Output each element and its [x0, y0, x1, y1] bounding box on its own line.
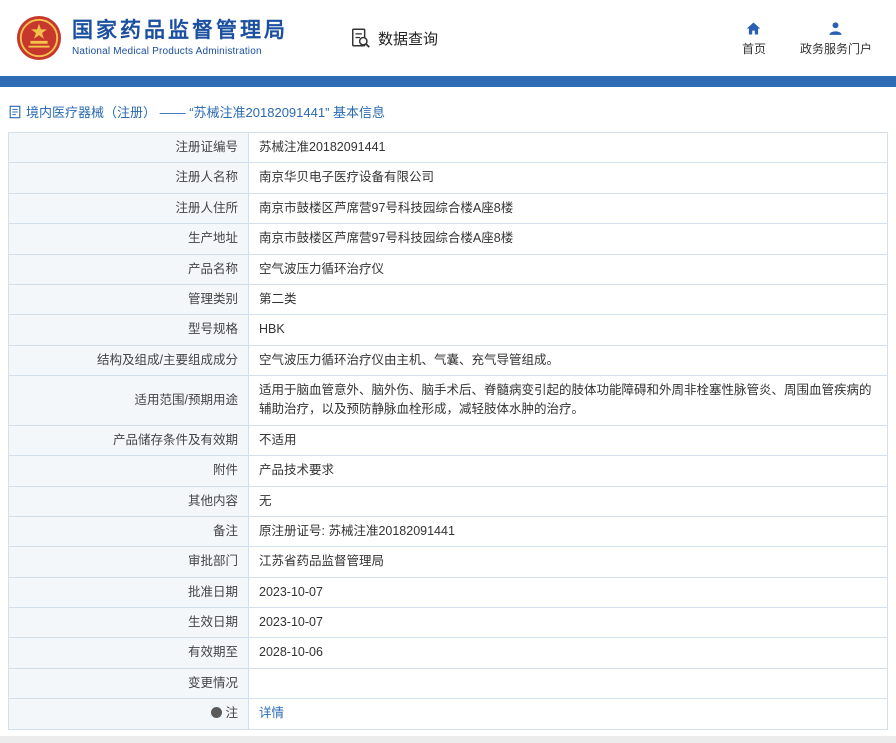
table-row: 批准日期 2023-10-07	[8, 576, 888, 609]
table-row: 产品储存条件及有效期 不适用	[8, 424, 888, 457]
row-value: 空气波压力循环治疗仪	[248, 253, 888, 285]
row-label: 管理类别	[8, 283, 249, 316]
note-dot-icon	[211, 707, 223, 719]
agency-name: 国家药品监督管理局	[72, 18, 288, 42]
row-value: HBK	[248, 314, 888, 346]
table-row: 型号规格 HBK	[8, 314, 888, 346]
row-value	[248, 667, 888, 700]
info-table-body: 注册证编号 苏械注准20182091441 注册人名称 南京华贝电子医疗设备有限公司注…	[8, 131, 888, 730]
table-row: 注册人名称 南京华贝电子医疗设备有限公司	[8, 162, 888, 194]
breadcrumb-text: 境内医疗器械（注册） —— “苏械注准20182091441” 基本信息	[26, 105, 386, 120]
row-label: 注册人名称	[8, 162, 249, 194]
footer-strip	[0, 735, 896, 743]
row-label: 型号规格	[8, 314, 249, 346]
national-emblem-icon	[16, 15, 62, 61]
table-row: 结构及组成/主要组成成分 空气波压力循环治疗仪由主机、气囊、充气导管组成。	[8, 344, 888, 377]
home-link[interactable]: 首页	[742, 20, 766, 57]
row-value: 第二类	[248, 283, 888, 316]
row-value: 产品技术要求	[248, 455, 888, 487]
row-label: 生产地址	[8, 223, 249, 255]
table-row: 适用范围/预期用途 适用于脑血管意外、脑外伤、脑手术后、脊髓病变引起的肢体功能障碍…	[8, 375, 888, 426]
table-row: 生效日期 2023-10-07	[8, 606, 888, 639]
data-query-icon	[350, 27, 372, 49]
home-label: 首页	[741, 41, 766, 56]
person-icon	[827, 20, 844, 37]
row-value: 苏械注准20182091441	[248, 131, 888, 164]
table-row: 注册证编号 苏械注准20182091441	[8, 131, 888, 164]
agency-logo-text: 国家药品监督管理局 National Medical Products Admi…	[72, 19, 288, 57]
row-value: 详情	[248, 698, 888, 730]
row-value: 江苏省药品监督管理局	[248, 546, 888, 578]
data-query-title: 数据查询	[350, 27, 438, 49]
breadcrumb: 境内医疗器械（注册） —— “苏械注准20182091441” 基本信息	[0, 87, 896, 132]
row-label: 产品储存条件及有效期	[8, 424, 249, 457]
row-label: 备注	[8, 515, 249, 548]
table-row: 备注 原注册证号: 苏械注准20182091441	[8, 515, 888, 548]
row-label: 审批部门	[8, 546, 249, 578]
table-row: 注详情	[8, 698, 888, 730]
portal-link[interactable]: 政务服务门户	[800, 20, 872, 57]
portal-label: 政务服务门户	[799, 41, 872, 56]
row-value: 不适用	[248, 424, 888, 457]
row-value: 南京市鼓楼区芦席营97号科技园综合楼A座8楼	[248, 192, 888, 225]
row-value: 2023-10-07	[248, 606, 888, 639]
row-label: 变更情况	[8, 667, 249, 700]
row-value: 原注册证号: 苏械注准20182091441	[248, 515, 888, 548]
table-row: 有效期至 2028-10-06	[8, 637, 888, 669]
table-row: 生产地址 南京市鼓楼区芦席营97号科技园综合楼A座8楼	[8, 223, 888, 255]
document-icon	[8, 105, 22, 119]
header-links: 首页 政务服务门户	[742, 20, 876, 57]
row-label: 适用范围/预期用途	[8, 375, 249, 426]
registration-info-table: 注册证编号 苏械注准20182091441 注册人名称 南京华贝电子医疗设备有限公司注…	[8, 131, 888, 730]
detail-link[interactable]: 详情	[259, 706, 284, 720]
table-row: 审批部门 江苏省药品监督管理局	[8, 546, 888, 578]
row-value: 2028-10-06	[248, 637, 888, 669]
table-row: 管理类别 第二类	[8, 283, 888, 316]
row-label: 注册人住所	[8, 192, 249, 225]
row-label: 结构及组成/主要组成成分	[8, 344, 249, 377]
table-row: 其他内容无	[8, 485, 888, 517]
row-label: 有效期至	[8, 637, 249, 669]
row-value: 适用于脑血管意外、脑外伤、脑手术后、脊髓病变引起的肢体功能障碍和外周非栓塞性脉管…	[248, 375, 888, 426]
row-label: 产品名称	[8, 253, 249, 285]
row-label: 其他内容	[8, 485, 249, 517]
table-row: 产品名称 空气波压力循环治疗仪	[8, 253, 888, 285]
table-row: 变更情况	[8, 667, 888, 700]
row-label: 生效日期	[8, 606, 249, 639]
home-icon	[745, 20, 762, 37]
row-value: 南京华贝电子医疗设备有限公司	[248, 162, 888, 194]
row-value: 无	[248, 485, 888, 517]
data-query-label: 数据查询	[378, 30, 439, 48]
row-value: 2023-10-07	[248, 576, 888, 609]
header-divider-bar	[0, 76, 896, 87]
row-label: 注	[8, 698, 249, 730]
row-label: 批准日期	[8, 576, 249, 609]
row-label: 注册证编号	[8, 131, 249, 164]
row-value: 南京市鼓楼区芦席营97号科技园综合楼A座8楼	[248, 223, 888, 255]
agency-name-en: National Medical Products Administration	[72, 46, 262, 58]
row-value: 空气波压力循环治疗仪由主机、气囊、充气导管组成。	[248, 344, 888, 377]
row-label: 附件	[8, 455, 249, 487]
table-row: 附件 产品技术要求	[8, 455, 888, 487]
site-header: 国家药品监督管理局 National Medical Products Admi…	[0, 0, 896, 76]
table-row: 注册人住所 南京市鼓楼区芦席营97号科技园综合楼A座8楼	[8, 192, 888, 225]
